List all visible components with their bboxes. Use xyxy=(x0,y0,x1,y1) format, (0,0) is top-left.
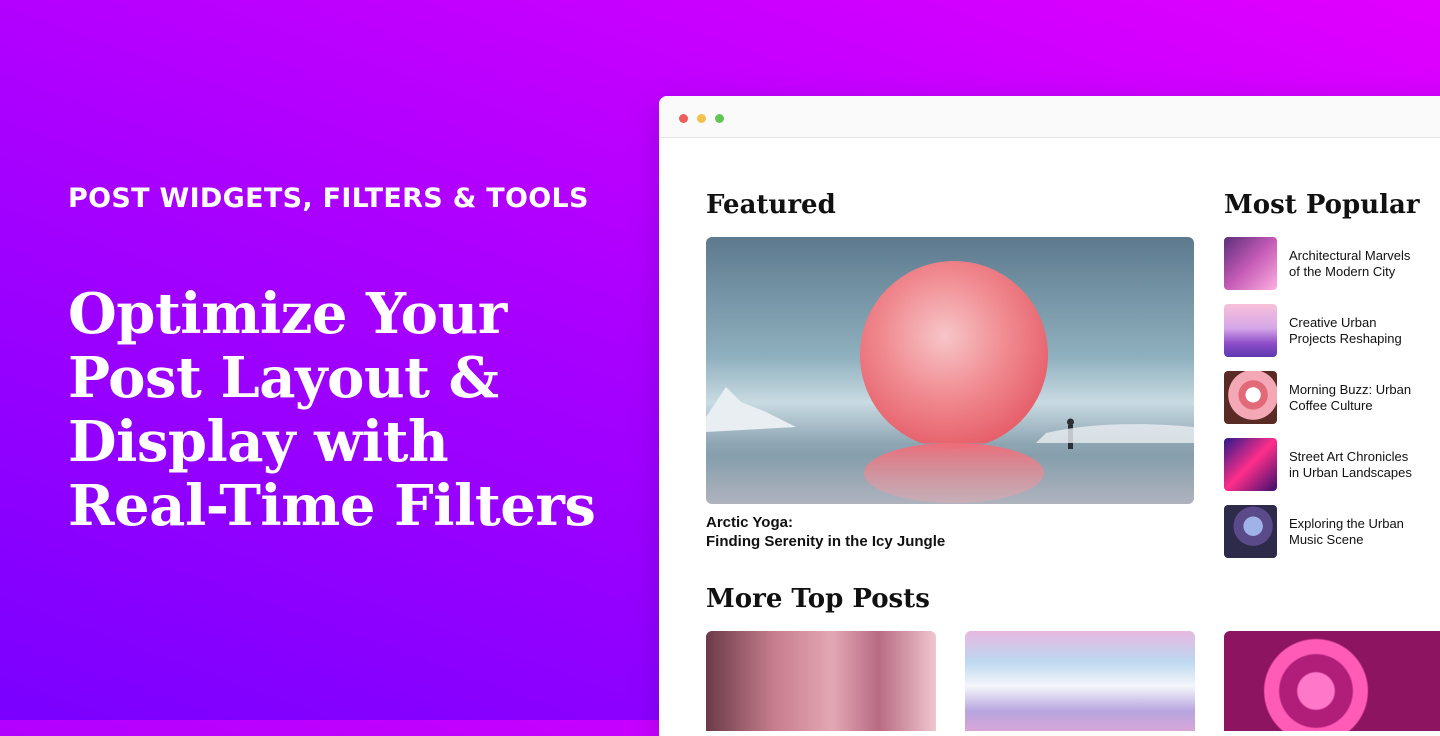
post-title: Morning Buzz: Urban Coffee Culture xyxy=(1289,382,1440,414)
post-card-image[interactable] xyxy=(1224,631,1440,731)
post-title-line: Projects Reshaping xyxy=(1289,331,1402,346)
post-thumbnail xyxy=(1224,237,1277,290)
hero-title-line: Display with xyxy=(68,409,449,475)
featured-image[interactable] xyxy=(706,237,1194,504)
post-card-image[interactable] xyxy=(706,631,936,731)
list-item[interactable]: Architectural Marvels of the Modern City xyxy=(1224,237,1440,291)
post-title-line: Coffee Culture xyxy=(1289,398,1373,413)
list-item[interactable]: Exploring the Urban Music Scene xyxy=(1224,505,1440,559)
list-item[interactable]: Creative Urban Projects Reshaping xyxy=(1224,304,1440,358)
most-popular-heading: Most Popular xyxy=(1224,190,1420,220)
featured-heading: Featured xyxy=(706,190,836,220)
post-title-line: Exploring the Urban xyxy=(1289,516,1404,531)
post-card-image[interactable] xyxy=(965,631,1195,731)
hero-eyebrow: POST WIDGETS, FILTERS & TOOLS xyxy=(68,183,589,214)
post-title: Architectural Marvels of the Modern City xyxy=(1289,248,1440,280)
post-title: Creative Urban Projects Reshaping xyxy=(1289,315,1440,347)
featured-caption-line: Finding Serenity in the Icy Jungle xyxy=(706,533,946,550)
hero-title-line: Real-Time Filters xyxy=(68,473,596,539)
featured-caption[interactable]: Arctic Yoga: Finding Serenity in the Icy… xyxy=(706,513,1186,551)
post-title-line: Music Scene xyxy=(1289,532,1364,547)
minimize-window-dot[interactable] xyxy=(697,114,706,123)
list-item[interactable]: Morning Buzz: Urban Coffee Culture xyxy=(1224,371,1440,425)
hero-title-line: Post Layout & xyxy=(68,345,499,411)
post-title: Street Art Chronicles in Urban Landscape… xyxy=(1289,449,1440,481)
post-title-line: Architectural Marvels xyxy=(1289,248,1411,263)
hero-title-line: Optimize Your xyxy=(68,281,507,347)
browser-title-bar xyxy=(659,96,1440,138)
featured-caption-line: Arctic Yoga: xyxy=(706,514,793,531)
post-thumbnail xyxy=(1224,304,1277,357)
more-top-posts-heading: More Top Posts xyxy=(706,584,930,614)
post-title-line: Creative Urban xyxy=(1289,315,1377,330)
close-window-dot[interactable] xyxy=(679,114,688,123)
post-title-line: in Urban Landscapes xyxy=(1289,465,1412,480)
hero-title: Optimize Your Post Layout & Display with… xyxy=(68,282,608,538)
post-thumbnail xyxy=(1224,371,1277,424)
featured-image-art xyxy=(706,261,1194,504)
browser-window: Featured Arctic Yoga: Finding Serenity i… xyxy=(659,96,1440,736)
more-top-posts-row xyxy=(706,631,1440,731)
post-title-line: of the Modern City xyxy=(1289,264,1396,279)
post-title-line: Street Art Chronicles xyxy=(1289,449,1409,464)
post-title: Exploring the Urban Music Scene xyxy=(1289,516,1440,548)
most-popular-list: Architectural Marvels of the Modern City… xyxy=(1224,237,1440,572)
post-thumbnail xyxy=(1224,438,1277,491)
post-title-line: Morning Buzz: Urban xyxy=(1289,382,1412,397)
list-item[interactable]: Street Art Chronicles in Urban Landscape… xyxy=(1224,438,1440,492)
post-thumbnail xyxy=(1224,505,1277,558)
maximize-window-dot[interactable] xyxy=(715,114,724,123)
